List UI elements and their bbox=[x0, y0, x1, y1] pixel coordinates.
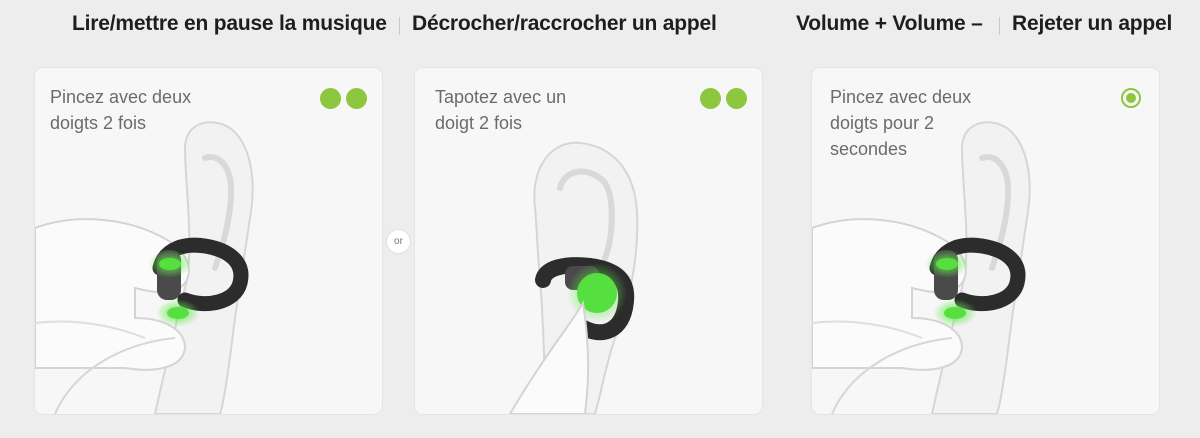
tap-dot-icon bbox=[320, 88, 341, 109]
gesture-card-pinch-hold: Pincez avec deux doigts pour 2 secondes bbox=[812, 68, 1159, 414]
gesture-card-double-pinch: Pincez avec deux doigts 2 fois bbox=[35, 68, 382, 414]
header-answer-call: Décrocher/raccrocher un appel bbox=[412, 12, 717, 35]
header-play-pause: Lire/mettre en pause la musique bbox=[72, 12, 387, 35]
or-separator: or bbox=[386, 229, 411, 254]
gesture-instruction: Pincez avec deux doigts pour 2 secondes bbox=[830, 87, 972, 159]
header-bar: Lire/mettre en pause la musique Décroche… bbox=[0, 0, 1200, 50]
header-reject-call: Rejeter un appel bbox=[1012, 12, 1173, 35]
tap-dot-icon bbox=[726, 88, 747, 109]
press-hold-center bbox=[1126, 93, 1136, 103]
gesture-instruction: Tapotez avec un doigt 2 fois bbox=[435, 87, 567, 133]
double-tap-indicator bbox=[700, 88, 747, 109]
header-divider bbox=[999, 17, 1000, 35]
tap-dot-icon bbox=[700, 88, 721, 109]
gesture-instruction: Pincez avec deux doigts 2 fois bbox=[50, 87, 192, 133]
header-volume: Volume + Volume – bbox=[796, 12, 983, 35]
gesture-card-double-tap: Tapotez avec un doigt 2 fois bbox=[415, 68, 762, 414]
press-hold-icon bbox=[1121, 88, 1141, 108]
double-tap-indicator bbox=[320, 88, 367, 109]
tap-dot-icon bbox=[346, 88, 367, 109]
header-divider bbox=[399, 17, 400, 35]
